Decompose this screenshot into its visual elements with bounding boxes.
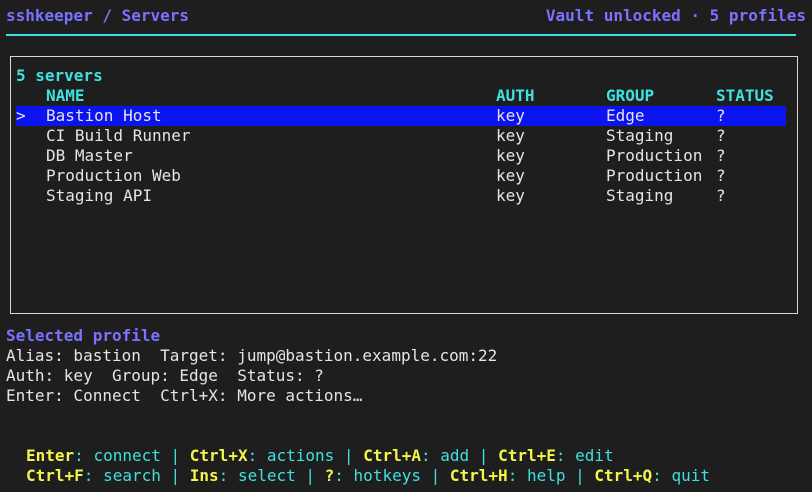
profile-auth-group-status: Auth: key Group: Edge Status: ?	[6, 366, 324, 385]
server-status: ?	[716, 166, 726, 185]
column-header-status[interactable]: STATUS	[716, 86, 774, 106]
server-status: ?	[716, 126, 726, 145]
server-row-db-master[interactable]: DB Master key Production ?	[16, 146, 786, 166]
hotkey-action-edit: edit	[575, 446, 614, 465]
hotkey-ctrl-x[interactable]: Ctrl+X	[190, 446, 248, 465]
hotkey-enter[interactable]: Enter	[26, 446, 74, 465]
server-name: Production Web	[46, 166, 181, 185]
hotkey-ctrl-f[interactable]: Ctrl+F	[26, 466, 84, 485]
selected-profile-heading: Selected profile	[6, 326, 161, 345]
hotkey-ins[interactable]: Ins	[190, 466, 219, 485]
server-group: Staging	[606, 186, 674, 205]
server-row-ci-build-runner[interactable]: CI Build Runner key Staging ?	[16, 126, 786, 146]
hotkey-action-connect: connect	[93, 446, 161, 465]
server-name: Bastion Host	[46, 106, 162, 125]
hotkey-ctrl-q[interactable]: Ctrl+Q	[594, 466, 652, 485]
hotkey-action-add: add	[440, 446, 470, 465]
hotkey-action-actions: actions	[266, 446, 335, 465]
server-name: Staging API	[46, 186, 152, 205]
server-count: 5 servers	[16, 66, 103, 85]
server-group: Production	[606, 166, 703, 185]
server-row-bastion-host[interactable]: > Bastion Host key Edge ?	[16, 106, 786, 126]
server-row-production-web[interactable]: Production Web key Production ?	[16, 166, 786, 186]
server-auth: key	[496, 166, 525, 185]
server-group: Edge	[606, 106, 645, 125]
header-divider	[6, 34, 796, 36]
hotkey-action-help: help	[526, 466, 566, 485]
server-status: ?	[716, 186, 726, 205]
hotkey-bar-line-1: Enter: connect | Ctrl+X: actions | Ctrl+…	[26, 446, 614, 465]
server-status: ?	[716, 106, 726, 125]
server-row-staging-api[interactable]: Staging API key Staging ?	[16, 186, 786, 206]
hotkey-action-hotkeys: hotkeys	[353, 466, 421, 485]
server-name: DB Master	[46, 146, 133, 165]
server-name: CI Build Runner	[46, 126, 191, 145]
vault-status: Vault unlocked · 5 profiles	[545, 6, 806, 25]
server-status: ?	[716, 146, 726, 165]
hotkey-ctrl-e[interactable]: Ctrl+E	[498, 446, 556, 465]
server-auth: key	[496, 106, 525, 125]
server-auth: key	[496, 186, 525, 205]
column-header-name[interactable]: NAME	[46, 86, 85, 106]
hotkey-action-quit: quit	[671, 466, 710, 485]
profile-actions-hint: Enter: Connect Ctrl+X: More actions…	[6, 386, 363, 405]
server-group: Staging	[606, 126, 674, 145]
hotkey-ctrl-h[interactable]: Ctrl+H	[450, 466, 508, 485]
server-auth: key	[496, 126, 525, 145]
selection-cursor: >	[16, 106, 26, 125]
server-auth: key	[496, 146, 525, 165]
column-header-group[interactable]: GROUP	[606, 86, 654, 106]
column-header-auth[interactable]: AUTH	[496, 86, 535, 106]
hotkey-action-search: search	[103, 466, 161, 485]
hotkey-action-select: select	[237, 466, 296, 485]
app-title: sshkeeper / Servers	[6, 6, 190, 25]
hotkey-ctrl-a[interactable]: Ctrl+A	[363, 446, 421, 465]
hotkey-bar-line-2: Ctrl+F: search | Ins: select | ?: hotkey…	[26, 466, 710, 485]
server-group: Production	[606, 146, 703, 165]
hotkey-question[interactable]: ?	[325, 466, 335, 485]
profile-alias-target: Alias: bastion Target: jump@bastion.exam…	[6, 346, 498, 365]
